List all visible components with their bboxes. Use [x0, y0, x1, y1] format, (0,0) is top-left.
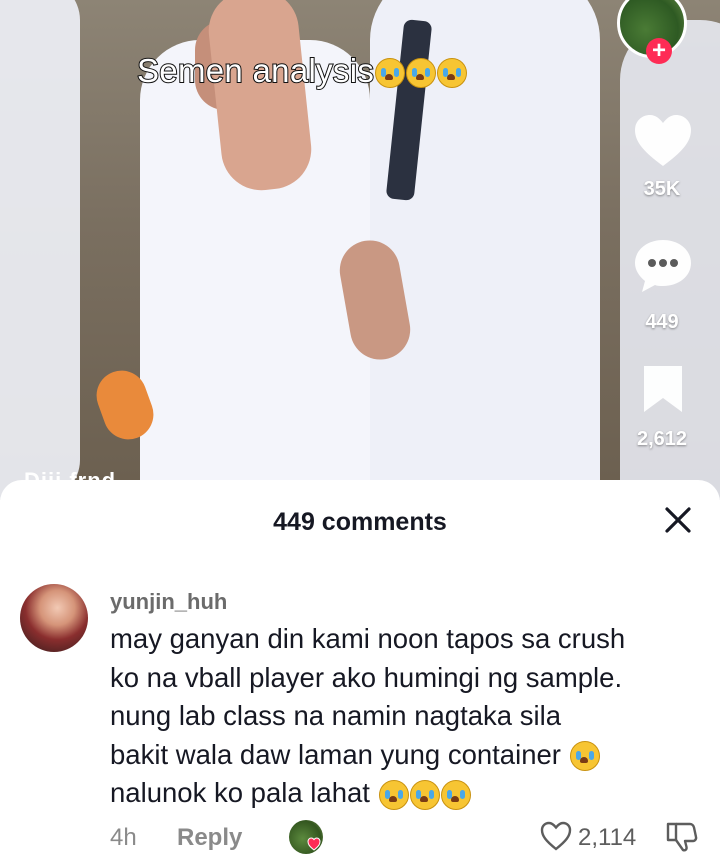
loudly-crying-face-icon: [440, 779, 471, 810]
comment-line: ko na vball player ako humingi ng sample…: [110, 661, 623, 693]
comments-count-title: 449 comments: [273, 508, 447, 536]
loudly-crying-face-icon: [569, 741, 600, 772]
video-player[interactable]: Diii frnd... Semen analysis + 35K 449 2,…: [0, 0, 720, 500]
comment-count: 449: [645, 311, 679, 333]
heart-outline-icon[interactable]: [539, 820, 573, 852]
commenter-avatar[interactable]: [20, 584, 88, 652]
comment-line: may ganyan din kami noon tapos sa crush: [110, 623, 626, 654]
loudly-crying-face-icon: [437, 58, 468, 89]
like-count: 35K: [643, 178, 681, 200]
comment-line-with-emoji: nalunok ko pala lahat: [110, 774, 710, 813]
dislike-icon[interactable]: [664, 820, 700, 854]
small-heart-icon: [307, 837, 321, 851]
comment-line: bakit wala daw laman yung container: [110, 738, 561, 770]
reply-button[interactable]: Reply: [177, 824, 242, 852]
save-count: 2,612: [636, 428, 688, 450]
comment-like-count: 2,114: [578, 824, 637, 851]
video-caption: Semen analysis: [136, 51, 468, 90]
bookmark-icon[interactable]: [640, 364, 686, 414]
comments-sheet: 449 comments yunjin_huh may ganyan din k…: [0, 480, 720, 863]
loudly-crying-face-icon: [409, 779, 440, 810]
close-icon[interactable]: [660, 502, 696, 538]
comment-bubble-icon[interactable]: [632, 236, 694, 294]
background-person-left: [0, 0, 80, 500]
comment-line: nalunok ko pala lahat: [110, 777, 370, 808]
follow-button[interactable]: +: [646, 38, 672, 64]
video-caption-text: Semen analysis: [136, 51, 375, 90]
comment-line-with-emoji: bakit wala daw laman yung container: [110, 736, 710, 775]
loudly-crying-face-icon: [375, 58, 406, 89]
loudly-crying-face-icon: [378, 779, 409, 810]
commenter-username[interactable]: yunjin_huh: [110, 589, 227, 615]
heart-icon[interactable]: [632, 112, 694, 170]
comment-line: nung lab class na namin nagtaka sila: [110, 700, 561, 731]
loudly-crying-face-icon: [406, 58, 437, 89]
comment-timestamp: 4h: [110, 824, 137, 851]
comment-text: may ganyan din kami noon tapos sa crush …: [110, 620, 710, 813]
